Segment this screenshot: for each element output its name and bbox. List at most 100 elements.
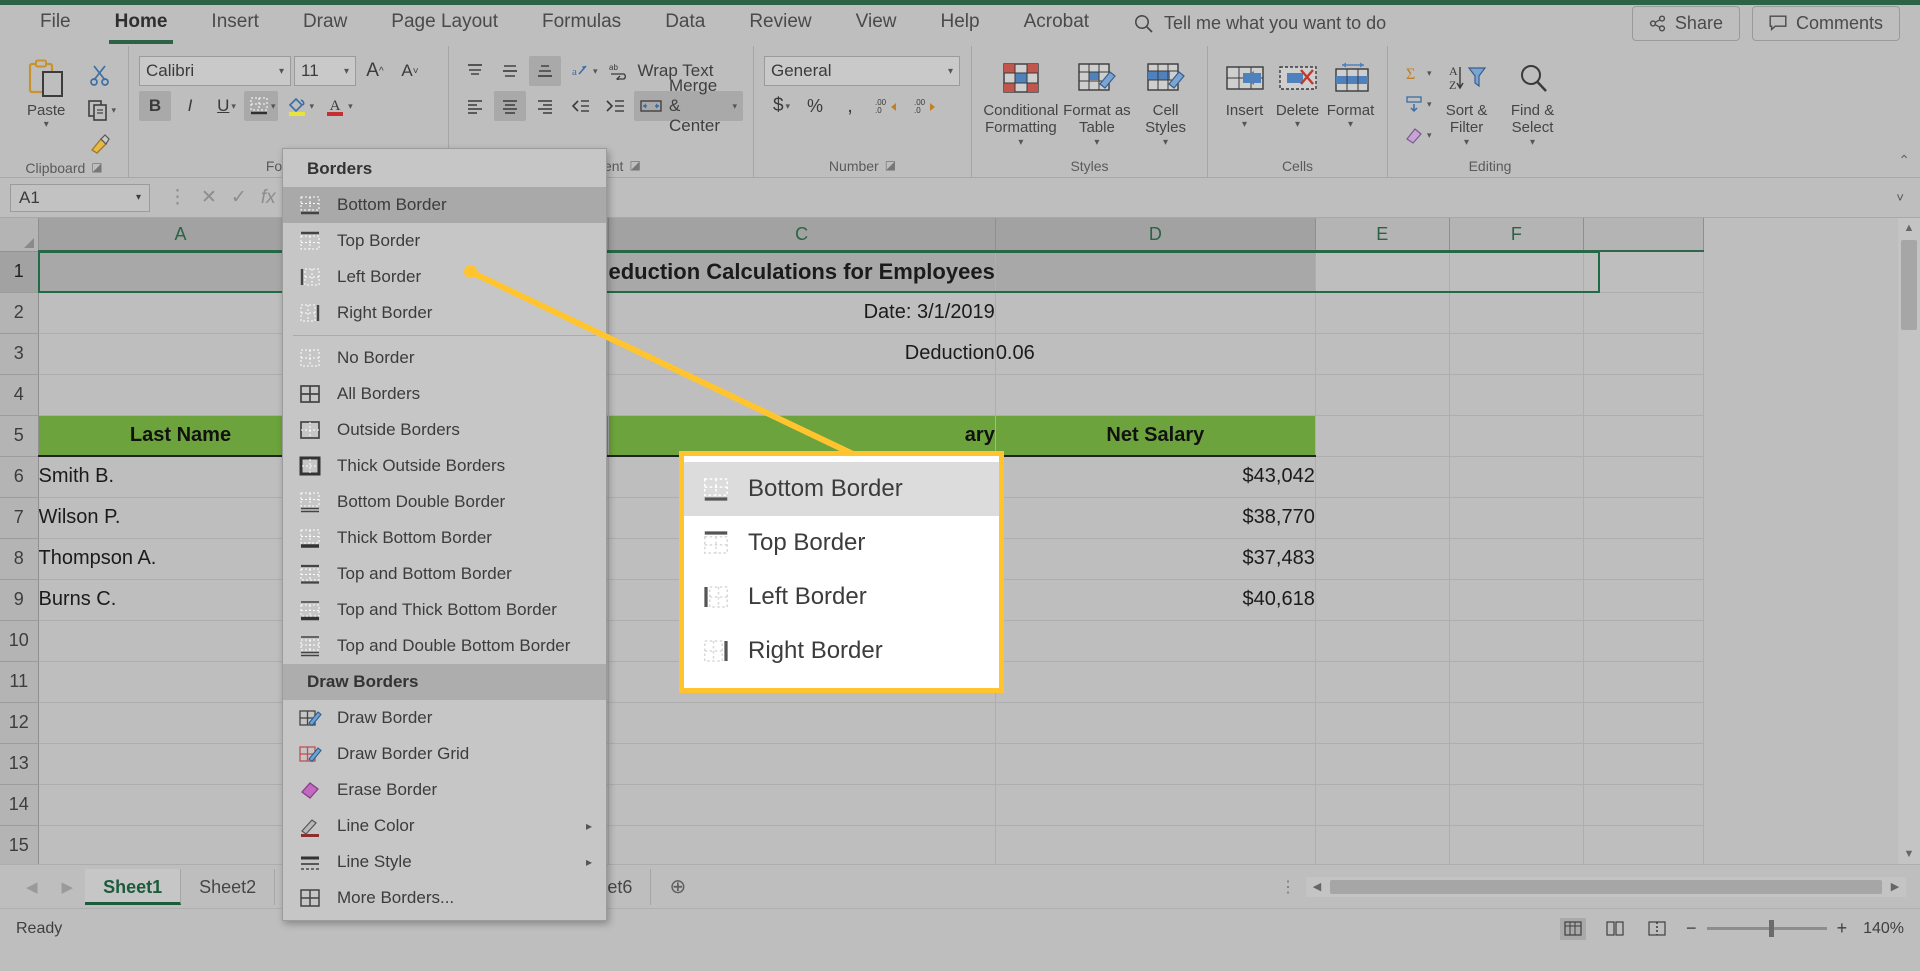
- cell-f15[interactable]: [1449, 825, 1584, 864]
- format-cells-button[interactable]: Format ▾: [1324, 56, 1377, 130]
- cell-e5[interactable]: [1315, 415, 1450, 457]
- cell-d10[interactable]: [995, 620, 1316, 662]
- insert-cells-button[interactable]: Insert ▾: [1218, 56, 1271, 130]
- decrease-indent-button[interactable]: [564, 91, 596, 121]
- cell-e7[interactable]: [1315, 497, 1450, 539]
- cell-c15[interactable]: [608, 825, 996, 864]
- cell-d15[interactable]: [995, 825, 1316, 864]
- copy-button[interactable]: ▾: [82, 95, 118, 125]
- cell-a6[interactable]: Smith B.: [38, 456, 324, 498]
- cell-e15[interactable]: [1315, 825, 1450, 864]
- align-right-button[interactable]: [529, 91, 561, 121]
- row-header-15[interactable]: 15: [0, 825, 39, 864]
- menu-item-line-color[interactable]: Line Color ▸: [283, 808, 606, 844]
- cell-a12[interactable]: [38, 702, 324, 744]
- chevron-down-icon[interactable]: ▾: [1163, 137, 1168, 148]
- menu-item-draw-border[interactable]: Draw Border: [283, 700, 606, 736]
- insert-function-button[interactable]: fx: [261, 187, 276, 209]
- cell-a7[interactable]: Wilson P.: [38, 497, 324, 539]
- cell-styles-button[interactable]: Cell Styles ▾: [1134, 56, 1197, 148]
- row-header-4[interactable]: 4: [0, 374, 39, 416]
- menu-item-no-border[interactable]: No Border: [283, 340, 606, 376]
- chevron-down-icon[interactable]: ▾: [111, 105, 116, 116]
- tab-help[interactable]: Help: [918, 0, 1001, 46]
- cell-g12[interactable]: [1583, 702, 1704, 744]
- zoom-out-button[interactable]: −: [1686, 918, 1697, 939]
- cell-a14[interactable]: [38, 784, 324, 826]
- cell-d8[interactable]: $37,483: [995, 538, 1316, 580]
- row-header-9[interactable]: 9: [0, 579, 39, 621]
- chevron-down-icon[interactable]: ▾: [1530, 137, 1535, 148]
- bold-button[interactable]: B: [139, 91, 171, 121]
- cell-c1[interactable]: eduction Calculations for Employees: [608, 251, 996, 293]
- cell-c13[interactable]: [608, 743, 996, 785]
- cell-g4[interactable]: [1583, 374, 1704, 416]
- cell-g11[interactable]: [1583, 661, 1704, 703]
- tab-formulas[interactable]: Formulas: [520, 0, 643, 46]
- select-all-corner[interactable]: [0, 218, 39, 252]
- cell-f13[interactable]: [1449, 743, 1584, 785]
- cell-d13[interactable]: [995, 743, 1316, 785]
- chevron-down-icon[interactable]: ▾: [336, 66, 349, 77]
- percent-format-button[interactable]: %: [799, 91, 831, 121]
- menu-item-more-borders[interactable]: More Borders...: [283, 880, 606, 916]
- cell-d14[interactable]: [995, 784, 1316, 826]
- cell-d3[interactable]: 0.06: [995, 333, 1316, 375]
- cell-g5[interactable]: [1583, 415, 1704, 457]
- name-box[interactable]: A1 ▾: [10, 183, 150, 212]
- align-left-button[interactable]: [459, 91, 491, 121]
- row-header-12[interactable]: 12: [0, 702, 39, 744]
- increase-indent-button[interactable]: [599, 91, 631, 121]
- delete-cells-button[interactable]: Delete ▾: [1271, 56, 1324, 130]
- menu-item-line-style[interactable]: Line Style ▸: [283, 844, 606, 880]
- scroll-right-icon[interactable]: ▶: [1884, 880, 1906, 893]
- cell-e10[interactable]: [1315, 620, 1450, 662]
- cell-c5[interactable]: ary: [608, 415, 996, 457]
- cell-g14[interactable]: [1583, 784, 1704, 826]
- cell-g9[interactable]: [1583, 579, 1704, 621]
- cell-e11[interactable]: [1315, 661, 1450, 703]
- zoom-in-button[interactable]: +: [1837, 918, 1848, 939]
- callout-item-top-border[interactable]: Top Border: [684, 516, 999, 570]
- tell-me-box[interactable]: Tell me what you want to do: [1133, 13, 1386, 34]
- page-layout-view-button[interactable]: [1602, 918, 1628, 940]
- chevron-down-icon[interactable]: ▾: [1427, 130, 1432, 141]
- tab-acrobat[interactable]: Acrobat: [1002, 0, 1111, 46]
- callout-item-bottom-border[interactable]: Bottom Border: [684, 462, 999, 516]
- horizontal-scroll-thumb[interactable]: [1330, 879, 1882, 894]
- cell-f12[interactable]: [1449, 702, 1584, 744]
- scroll-left-icon[interactable]: ◀: [1306, 880, 1328, 893]
- cell-f7[interactable]: [1449, 497, 1584, 539]
- font-color-button[interactable]: A ▾: [319, 91, 355, 121]
- cell-a15[interactable]: [38, 825, 324, 864]
- chevron-down-icon[interactable]: ▾: [1464, 137, 1469, 148]
- vertical-scrollbar[interactable]: ▲ ▼: [1898, 218, 1920, 864]
- split-handle[interactable]: ⋮: [1280, 877, 1306, 897]
- cancel-formula-button[interactable]: ✕: [201, 186, 217, 209]
- cell-d5[interactable]: Net Salary: [995, 415, 1316, 457]
- row-header-1[interactable]: 1: [0, 251, 39, 293]
- cell-g8[interactable]: [1583, 538, 1704, 580]
- cell-a13[interactable]: [38, 743, 324, 785]
- autosum-button[interactable]: Σ ▾: [1398, 58, 1434, 88]
- cell-a4[interactable]: [38, 374, 324, 416]
- menu-item-right-border[interactable]: Right Border: [283, 295, 606, 331]
- page-break-view-button[interactable]: [1644, 918, 1670, 940]
- cell-g7[interactable]: [1583, 497, 1704, 539]
- chevron-down-icon[interactable]: ▾: [1427, 99, 1432, 110]
- paste-button[interactable]: Paste ▾: [10, 56, 82, 130]
- menu-item-bottom-border[interactable]: Bottom Border: [283, 187, 606, 223]
- currency-format-button[interactable]: $ ▾: [764, 91, 796, 121]
- cell-d6[interactable]: $43,042: [995, 456, 1316, 498]
- menu-item-erase-border[interactable]: Erase Border: [283, 772, 606, 808]
- scroll-up-icon[interactable]: ▲: [1898, 218, 1920, 238]
- chevron-down-icon[interactable]: ▾: [231, 101, 236, 112]
- cell-g15[interactable]: [1583, 825, 1704, 864]
- chevron-down-icon[interactable]: ▾: [732, 101, 737, 112]
- row-header-6[interactable]: 6: [0, 456, 39, 498]
- sheet-tab-sheet2[interactable]: Sheet2: [181, 868, 276, 905]
- font-family-input[interactable]: Calibri ▾: [139, 56, 291, 86]
- fill-button[interactable]: ▾: [1398, 89, 1434, 119]
- menu-item-all-borders[interactable]: All Borders: [283, 376, 606, 412]
- format-painter-button[interactable]: [82, 130, 118, 160]
